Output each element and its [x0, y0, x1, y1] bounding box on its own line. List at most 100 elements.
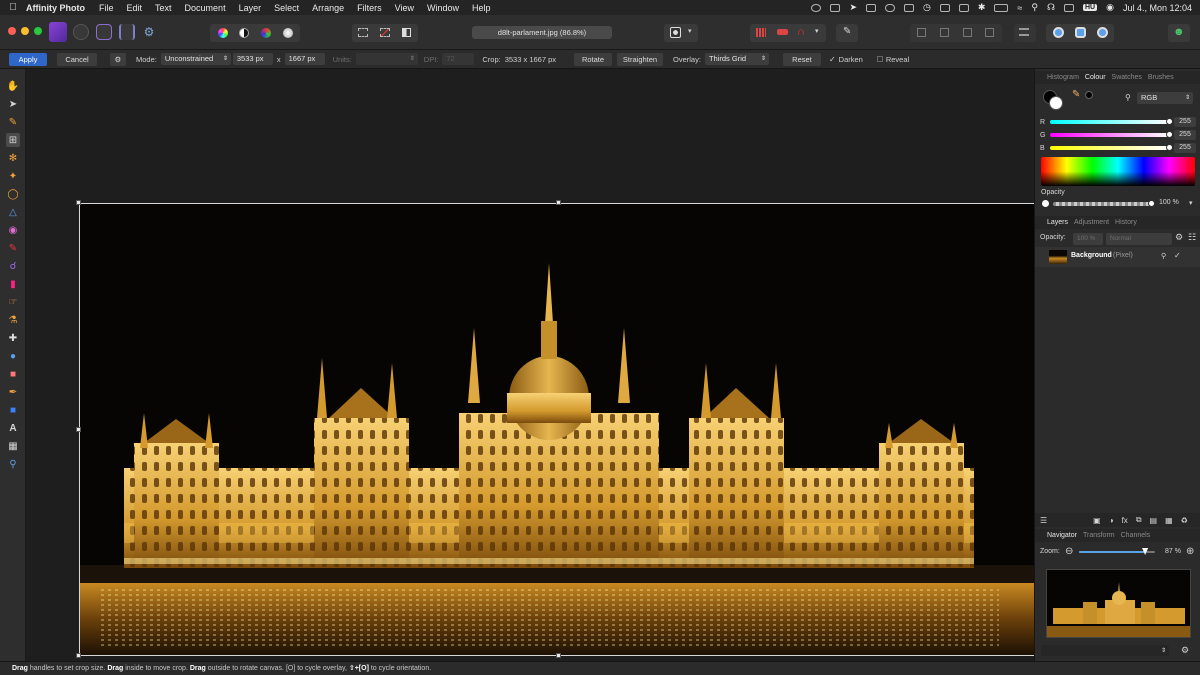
export-persona-icon[interactable]: ⚙ [141, 24, 157, 40]
units-select[interactable]: ⇕ [355, 53, 418, 65]
clock-icon[interactable]: ◷ [923, 2, 931, 13]
healing-brush-icon[interactable]: ✚ [6, 331, 20, 345]
green-slider-knob[interactable] [1166, 131, 1173, 138]
menu-select[interactable]: Select [274, 3, 299, 13]
photo-persona-icon[interactable] [49, 22, 67, 42]
duplicate-icon[interactable] [1075, 27, 1086, 38]
deselect-icon[interactable] [380, 28, 390, 37]
red-value-field[interactable]: 255 [1174, 117, 1196, 127]
menu-layer[interactable]: Layer [239, 3, 262, 13]
navigator-view-select[interactable]: ⇕ [1041, 645, 1169, 656]
black-swatch-icon[interactable] [1085, 91, 1093, 99]
opacity-slider-knob[interactable] [1148, 200, 1155, 207]
crop-frame[interactable] [79, 203, 1038, 656]
blue-slider-knob[interactable] [1166, 144, 1173, 151]
colour-model-select[interactable]: RGB ⇕ [1137, 92, 1193, 104]
menu-document[interactable]: Document [185, 3, 226, 13]
stroke-swatch-icon[interactable] [1049, 96, 1063, 110]
tab-colour[interactable]: Colour [1085, 74, 1106, 81]
clone-brush-icon[interactable]: ⚗ [6, 313, 20, 327]
zoom-in-icon[interactable]: ⊕ [1186, 546, 1194, 557]
colour-wheel-icon[interactable] [218, 28, 228, 38]
adjustment-layer-icon[interactable]: ◑ [1109, 516, 1114, 525]
smudge-icon[interactable]: ☞ [6, 295, 20, 309]
reset-button[interactable]: Reset [782, 52, 821, 66]
red-slider-track[interactable] [1050, 120, 1168, 124]
trash-icon[interactable]: ♻ [1181, 516, 1188, 525]
display-icon[interactable] [904, 3, 915, 12]
rotate-button[interactable]: Rotate [574, 52, 613, 66]
lock-icon[interactable]: ⚲ [1125, 93, 1131, 102]
document-title[interactable]: d8lt-parlament.jpg (86.8%) [472, 26, 612, 39]
crop-width-field[interactable]: 3533 px [232, 53, 273, 65]
crop-height-field[interactable]: 1667 px [284, 53, 325, 65]
quick-mask-icon[interactable] [670, 27, 681, 38]
zoom-tool-icon[interactable]: ⚲ [6, 457, 20, 471]
siri-icon[interactable]: ◉ [1106, 2, 1114, 13]
erase-brush-icon[interactable]: ▮ [6, 277, 20, 291]
layer-row[interactable]: Background (Pixel) ⚲ ✓ [1035, 247, 1200, 267]
layer-panel-menu-icon[interactable]: ☷ [1188, 232, 1196, 243]
colour-spectrum[interactable] [1041, 157, 1195, 186]
layer-visible-checkbox[interactable]: ✓ [1174, 251, 1181, 260]
gear-icon[interactable]: ⚙ [1181, 645, 1189, 656]
flood-fill-icon[interactable]: △ [6, 205, 20, 219]
blue-value-field[interactable]: 255 [1174, 143, 1196, 153]
apple-icon[interactable]:  [0, 2, 26, 13]
white-balance-icon[interactable] [283, 28, 293, 38]
crop-handle-top-left[interactable] [76, 200, 81, 205]
cursor-icon[interactable]: ➤ [849, 2, 857, 13]
layers-stack-icon[interactable]: ☰ [1040, 516, 1047, 525]
snapping-icon[interactable] [777, 29, 788, 35]
chevron-down-icon[interactable]: ▾ [688, 27, 692, 35]
develop-persona-icon[interactable] [96, 24, 112, 40]
forward-one-icon[interactable] [940, 28, 949, 37]
tone-mapping-persona-icon[interactable] [119, 24, 135, 40]
liquify-persona-icon[interactable] [73, 24, 89, 40]
menu-text[interactable]: Text [155, 3, 172, 13]
tab-channels[interactable]: Channels [1121, 532, 1151, 539]
zoom-value-field[interactable]: 87 % [1165, 548, 1181, 555]
menu-view[interactable]: View [395, 3, 414, 13]
creative-cloud-icon[interactable] [811, 3, 822, 12]
tab-transform[interactable]: Transform [1083, 532, 1115, 539]
menu-edit[interactable]: Edit [127, 3, 143, 13]
wifi-icon[interactable]: ≈ [1017, 3, 1022, 13]
mask-layer-icon[interactable]: ▣ [1093, 516, 1101, 525]
cancel-button[interactable]: Cancel [57, 52, 97, 66]
zoom-window-icon[interactable] [34, 27, 42, 35]
view-tool-icon[interactable]: ✋ [6, 79, 20, 93]
crop-handle-bottom[interactable] [556, 653, 561, 658]
screen-share-icon[interactable] [939, 3, 950, 12]
menu-arrange[interactable]: Arrange [312, 3, 344, 13]
apply-button[interactable]: Apply [9, 52, 47, 66]
input-source-badge[interactable]: HU [1082, 4, 1098, 11]
contrast-icon[interactable] [239, 28, 249, 38]
tab-brushes[interactable]: Brushes [1148, 74, 1174, 81]
color-picker-icon[interactable]: ✎ [6, 115, 20, 129]
hsl-icon[interactable] [261, 28, 271, 38]
battery-icon[interactable] [994, 3, 1009, 12]
live-filter-icon[interactable]: ⧉ [1136, 515, 1142, 525]
crop-tool-icon[interactable]: ⊞ [6, 133, 20, 147]
green-slider-track[interactable] [1050, 133, 1168, 137]
bluetooth-icon[interactable]: ✱ [978, 2, 986, 13]
mesh-warp-icon[interactable]: ▦ [6, 439, 20, 453]
zoom-out-icon[interactable]: ⊖ [1065, 546, 1073, 557]
menu-clock[interactable]: Jul 4., Mon 12:04 [1123, 3, 1192, 13]
crop-settings-button[interactable]: ⚙ [110, 52, 126, 66]
control-center-icon[interactable] [1063, 3, 1074, 12]
calendar-grid-icon[interactable] [958, 3, 969, 12]
blend-mode-select[interactable]: Normal [1106, 233, 1172, 245]
canvas-area[interactable] [26, 69, 1040, 661]
menu-help[interactable]: Help [472, 3, 491, 13]
red-slider-knob[interactable] [1166, 118, 1173, 125]
studio-toggle-icon[interactable] [1097, 27, 1108, 38]
headphones-icon[interactable]: ☊ [1047, 2, 1055, 13]
snapshot-icon[interactable] [1053, 27, 1064, 38]
app-name-menu[interactable]: Affinity Photo [26, 3, 85, 13]
cloud-icon[interactable] [885, 3, 896, 12]
dodge-brush-icon[interactable]: ☌ [6, 259, 20, 273]
paint-brush-icon[interactable]: ✎ [6, 241, 20, 255]
minimize-window-icon[interactable] [21, 27, 29, 35]
